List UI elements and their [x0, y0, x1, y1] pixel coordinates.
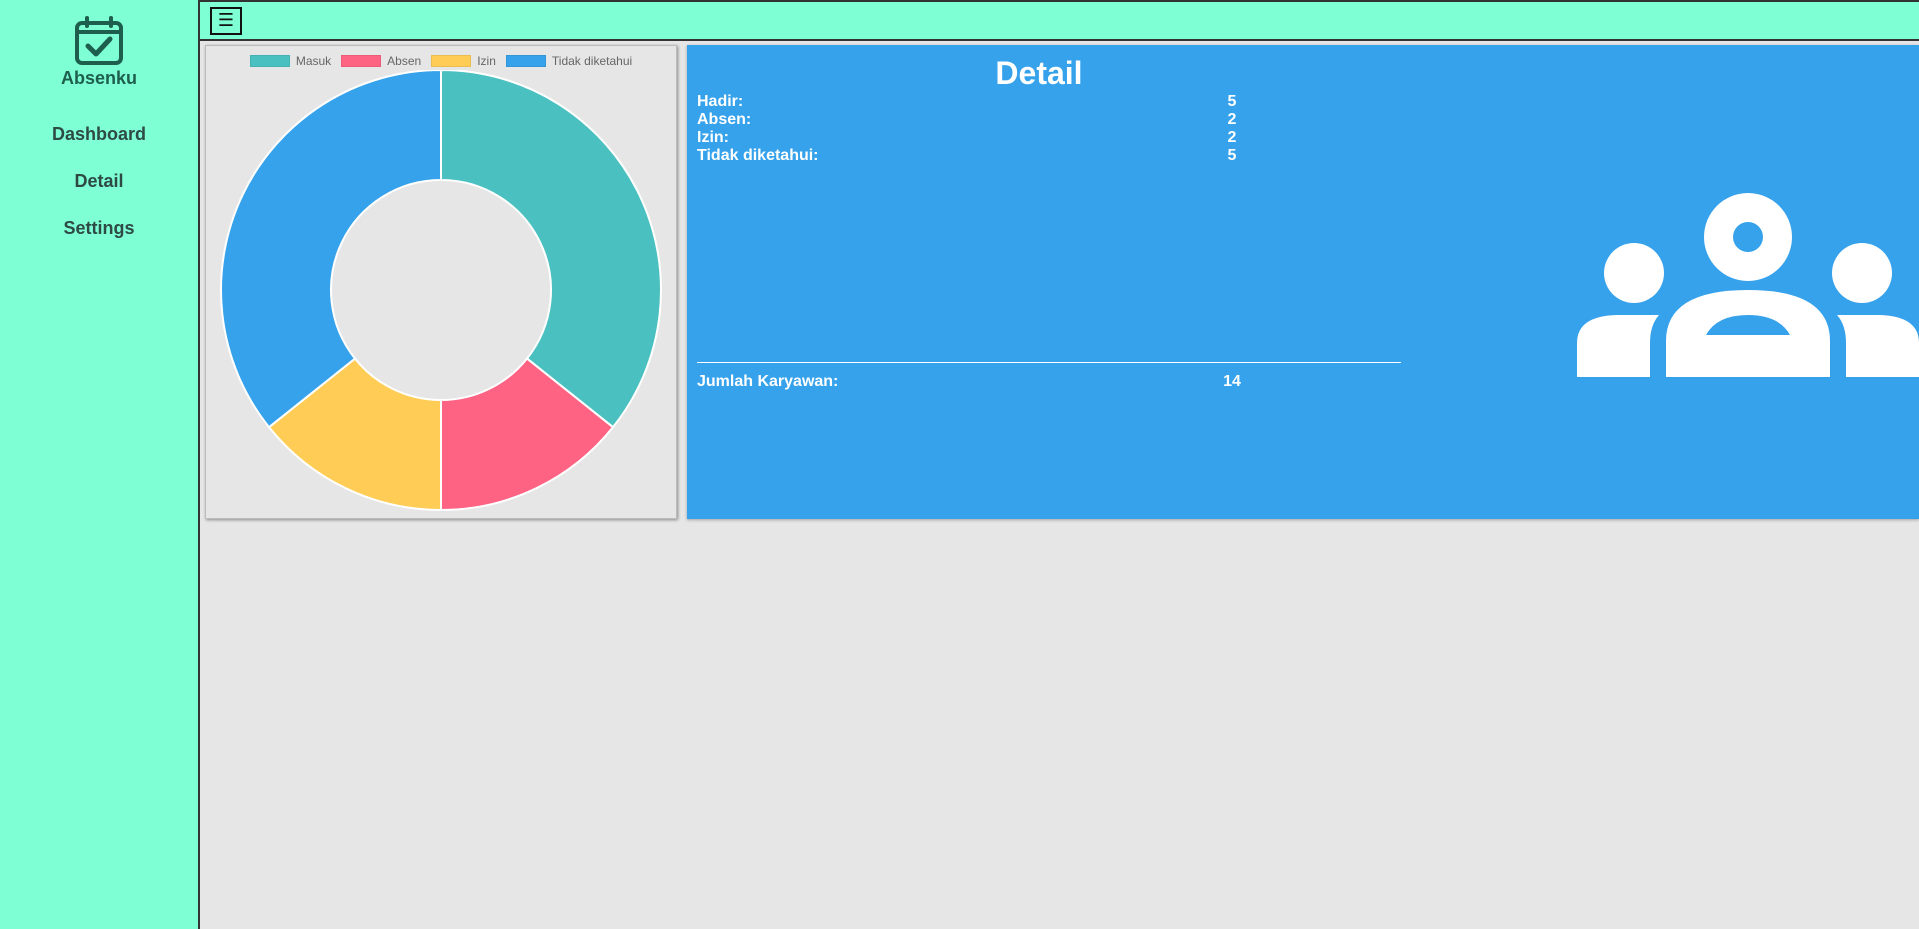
- sidebar: Absenku Dashboard Detail Settings: [0, 0, 200, 929]
- donut-slice-masuk[interactable]: [440, 70, 662, 429]
- calendar-check-icon: [75, 16, 123, 65]
- sidebar-item-detail[interactable]: Detail: [0, 171, 198, 192]
- tidak-diketahui-value: 5: [1227, 147, 1237, 164]
- izin-value: 2: [1227, 129, 1237, 146]
- detail-title: Detail: [995, 55, 1083, 91]
- sidebar-item-settings[interactable]: Settings: [0, 218, 198, 239]
- legend-label: Absen: [387, 54, 422, 68]
- legend-item[interactable]: Absen: [341, 54, 421, 68]
- detail-card: Detail Hadir: 5 Absen: 2 Izin: 2 Tidak d…: [687, 45, 1919, 519]
- legend-item[interactable]: Tidak diketahui: [505, 54, 633, 68]
- sidebar-item-dashboard[interactable]: Dashboard: [0, 124, 198, 145]
- absen-label: Absen:: [697, 111, 752, 128]
- legend-swatch: [249, 55, 290, 67]
- absen-value: 2: [1227, 111, 1237, 128]
- attendance-donut-chart: [220, 70, 662, 512]
- hadir-value: 5: [1227, 93, 1237, 110]
- legend-swatch: [431, 55, 472, 67]
- chart-legend: Masuk Absen Izin Tidak diketahui: [206, 54, 676, 68]
- legend-label: Tidak diketahui: [551, 54, 633, 68]
- jumlah-karyawan-label: Jumlah Karyawan:: [697, 373, 839, 390]
- legend-swatch: [505, 55, 546, 67]
- jumlah-karyawan-value: 14: [1223, 373, 1241, 390]
- izin-label: Izin:: [697, 129, 729, 146]
- hamburger-menu-button[interactable]: ☰: [210, 7, 242, 35]
- legend-swatch: [341, 55, 382, 67]
- app-name: Absenku: [60, 68, 138, 88]
- legend-label: Izin: [477, 54, 496, 68]
- brand[interactable]: Absenku: [0, 16, 198, 89]
- attendance-chart-card: Masuk Absen Izin Tidak diketahui: [205, 45, 677, 519]
- legend-item[interactable]: Masuk: [249, 54, 332, 68]
- hadir-label: Hadir:: [697, 93, 744, 110]
- detail-divider: [697, 362, 1401, 363]
- legend-item[interactable]: Izin: [431, 54, 496, 68]
- users-group-icon: [1577, 193, 1919, 377]
- tidak-diketahui-label: Tidak diketahui:: [697, 147, 819, 164]
- donut-slice-tidak-diketahui[interactable]: [220, 70, 442, 429]
- legend-label: Masuk: [295, 54, 332, 68]
- top-bar: ☰: [200, 0, 1919, 41]
